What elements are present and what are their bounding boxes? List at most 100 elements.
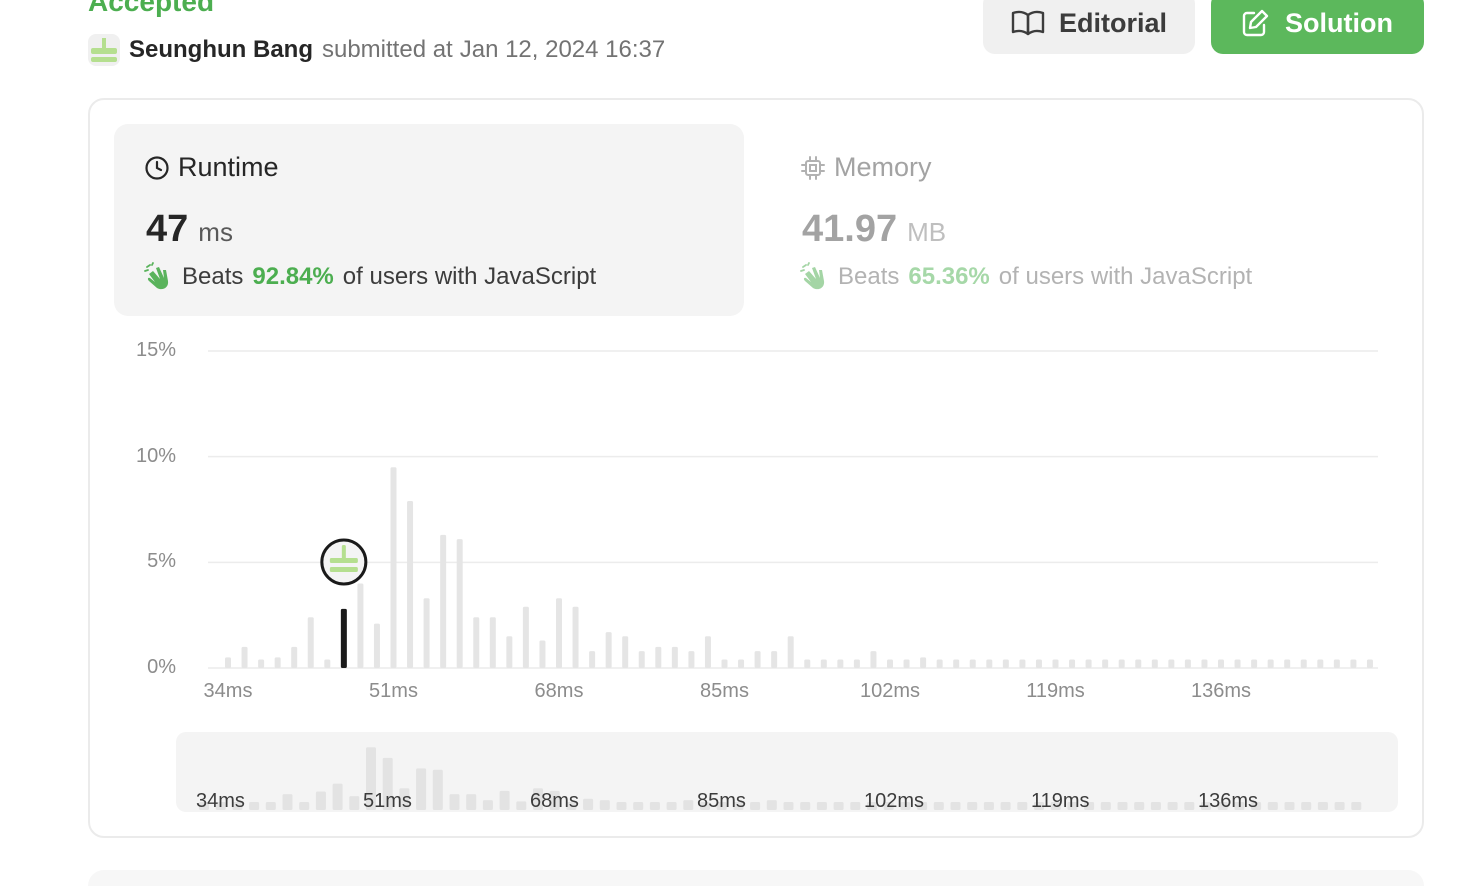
overview-bar — [1184, 802, 1195, 810]
distribution-bar[interactable] — [1251, 659, 1258, 668]
distribution-bar[interactable] — [1201, 659, 1208, 668]
x-tick-label: 51ms — [369, 680, 418, 702]
distribution-bar[interactable] — [1135, 659, 1142, 668]
distribution-bar[interactable] — [1333, 659, 1340, 668]
distribution-bar[interactable] — [704, 636, 711, 668]
distribution-bar[interactable] — [324, 659, 331, 668]
distribution-bar[interactable] — [837, 659, 844, 668]
distribution-bar[interactable] — [307, 617, 314, 668]
distribution-bar[interactable] — [853, 659, 860, 668]
overview-bar — [933, 802, 944, 810]
distribution-bar[interactable] — [373, 623, 380, 668]
overview-bar — [432, 769, 443, 810]
distribution-bar[interactable] — [820, 659, 827, 668]
distribution-bar[interactable] — [1102, 659, 1109, 668]
distribution-bar[interactable] — [390, 467, 397, 668]
overview-tick-label: 136ms — [1198, 790, 1259, 812]
distribution-bar[interactable] — [1267, 659, 1274, 668]
distribution-bar[interactable] — [1052, 659, 1059, 668]
distribution-bar[interactable] — [1366, 659, 1373, 668]
x-tick-label: 102ms — [860, 680, 921, 702]
distribution-bar[interactable] — [1234, 659, 1241, 668]
overview-bar — [499, 790, 510, 810]
overview-bar — [299, 802, 310, 810]
overview-bar — [1301, 802, 1312, 810]
distribution-bar[interactable] — [1350, 659, 1357, 668]
distribution-bar[interactable] — [721, 659, 728, 668]
overview-tick-label: 102ms — [864, 790, 925, 812]
distribution-bar[interactable] — [1035, 659, 1042, 668]
distribution-bar[interactable] — [1317, 659, 1324, 668]
selected-runtime-bar[interactable] — [340, 608, 347, 668]
distribution-bar[interactable] — [506, 636, 513, 668]
distribution-bar[interactable] — [1300, 659, 1307, 668]
overview-bar — [816, 802, 827, 810]
overview-bar — [950, 802, 961, 810]
overview-bar — [1267, 802, 1278, 810]
distribution-bar[interactable] — [407, 501, 414, 668]
distribution-bar[interactable] — [870, 651, 877, 668]
overview-bar — [1167, 802, 1178, 810]
distribution-bar[interactable] — [688, 651, 695, 668]
my-submission-marker[interactable] — [320, 538, 368, 586]
overview-bar — [983, 802, 994, 810]
distribution-bar[interactable] — [291, 646, 298, 668]
distribution-bar[interactable] — [589, 651, 596, 668]
distribution-bar[interactable] — [771, 651, 778, 668]
distribution-bar[interactable] — [671, 646, 678, 668]
overview-bar — [265, 802, 276, 810]
distribution-bar[interactable] — [754, 651, 761, 668]
distribution-bar[interactable] — [539, 640, 546, 668]
distribution-bar[interactable] — [556, 598, 562, 668]
runtime-distribution-chart: 0% 5% 10% 15% 34ms 51ms 68ms 85ms 102ms 119ms 136m… — [0, 0, 1476, 886]
y-tick-label: 15% — [135, 339, 176, 361]
overview-bar — [1284, 802, 1295, 810]
distribution-bar[interactable] — [440, 534, 447, 668]
overview-bar — [1317, 802, 1328, 810]
distribution-bar[interactable] — [1002, 659, 1009, 668]
distribution-bar[interactable] — [622, 636, 629, 668]
distribution-bar[interactable] — [1218, 659, 1224, 668]
distribution-bar[interactable] — [804, 659, 811, 668]
distribution-bar[interactable] — [1151, 659, 1158, 668]
overview-bar — [766, 800, 777, 810]
distribution-bar[interactable] — [655, 646, 662, 668]
distribution-bar[interactable] — [605, 632, 612, 668]
x-tick-label: 68ms — [534, 680, 584, 702]
distribution-bar[interactable] — [258, 659, 265, 668]
distribution-bar[interactable] — [1284, 659, 1291, 668]
distribution-bar[interactable] — [456, 539, 463, 668]
distribution-bar[interactable] — [423, 598, 430, 668]
runtime-distribution-svg — [199, 350, 1378, 810]
distribution-bar[interactable] — [522, 606, 529, 668]
y-tick-label: 0% — [147, 656, 176, 678]
distribution-bar[interactable] — [936, 659, 943, 668]
overview-bar — [633, 802, 644, 810]
distribution-bar[interactable] — [887, 659, 893, 668]
distribution-bar[interactable] — [787, 636, 794, 668]
distribution-bar[interactable] — [638, 651, 645, 668]
overview-bar — [349, 796, 360, 810]
distribution-bar[interactable] — [473, 617, 480, 668]
distribution-bar[interactable] — [1085, 659, 1092, 668]
distribution-bar[interactable] — [953, 659, 960, 668]
distribution-bar[interactable] — [1118, 659, 1125, 668]
distribution-bar[interactable] — [1019, 659, 1026, 668]
distribution-bar[interactable] — [241, 646, 248, 668]
distribution-bar[interactable] — [920, 657, 927, 668]
distribution-bar[interactable] — [225, 657, 231, 668]
distribution-bar[interactable] — [969, 659, 976, 668]
distribution-bar[interactable] — [1069, 659, 1076, 668]
distribution-bar[interactable] — [1168, 659, 1175, 668]
distribution-bar[interactable] — [274, 657, 281, 668]
distribution-bar[interactable] — [986, 659, 993, 668]
distribution-bar[interactable] — [1184, 659, 1191, 668]
overview-bar — [1351, 802, 1362, 810]
distribution-bar[interactable] — [572, 606, 579, 668]
overview-bar — [683, 800, 694, 810]
distribution-bar[interactable] — [357, 583, 364, 668]
distribution-bar[interactable] — [489, 617, 496, 668]
distribution-bar[interactable] — [903, 659, 910, 668]
distribution-bar[interactable] — [738, 659, 745, 668]
x-tick-label: 34ms — [203, 680, 253, 702]
